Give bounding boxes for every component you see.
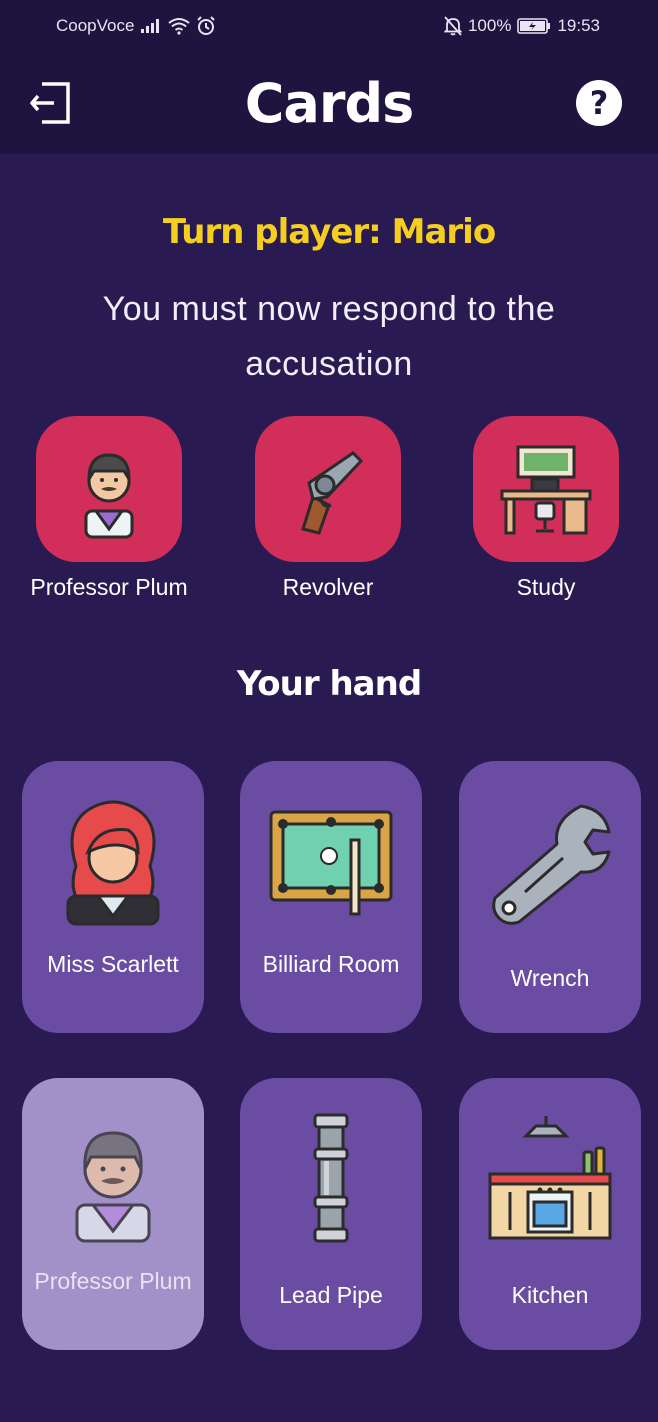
- revolver-icon: [301, 451, 364, 535]
- notifications-off-icon: [443, 16, 462, 36]
- help-button[interactable]: ?: [576, 80, 622, 126]
- billiard-room-icon: [269, 810, 393, 916]
- hand-title: Your hand: [236, 664, 422, 704]
- hand-card-kitchen[interactable]: Kitchen: [459, 1078, 641, 1350]
- hand-card-label: Wrench: [510, 965, 590, 991]
- study-icon: [500, 445, 592, 535]
- page-title: Cards: [244, 71, 414, 135]
- miss-scarlett-icon: [66, 800, 160, 926]
- exit-icon: [30, 82, 70, 124]
- wrench-icon: [492, 804, 611, 925]
- hand-card-label: Lead Pipe: [279, 1282, 383, 1308]
- hand-card-billiard-room[interactable]: Billiard Room: [240, 761, 422, 1033]
- signal-icon: [140, 18, 162, 34]
- wifi-icon: [168, 17, 191, 35]
- battery-percent: 100%: [467, 16, 512, 35]
- accusation-label-weapon: Revolver: [282, 574, 374, 600]
- instruction-text: You must now respond to the accusation: [102, 290, 556, 383]
- app-bar: Cards ?: [0, 52, 658, 154]
- status-bar: CoopVoce 100% 19:53: [0, 0, 658, 52]
- hand-card-label: Miss Scarlett: [47, 951, 179, 977]
- carrier-name: CoopVoce: [56, 16, 135, 35]
- hand-card-label: Billiard Room: [262, 951, 400, 977]
- accusation-label-room: Study: [516, 574, 576, 600]
- help-icon: ?: [589, 84, 609, 122]
- hand-card-wrench[interactable]: Wrench: [459, 761, 641, 1033]
- accusation-card-weapon[interactable]: [255, 416, 401, 562]
- clock-time: 19:53: [557, 16, 600, 35]
- accusation-card-suspect[interactable]: [36, 416, 182, 562]
- hand-card-label: Professor Plum: [34, 1268, 192, 1294]
- exit-button[interactable]: [30, 80, 72, 126]
- battery-icon: [517, 17, 551, 35]
- accusation-label-suspect: Professor Plum: [30, 574, 188, 600]
- hand-card-miss-scarlett[interactable]: Miss Scarlett: [22, 761, 204, 1033]
- hand-card-lead-pipe[interactable]: Lead Pipe: [240, 1078, 422, 1350]
- kitchen-icon: [488, 1116, 612, 1240]
- professor-plum-icon: [75, 1131, 151, 1243]
- turn-player-label: Turn player: Mario: [162, 212, 496, 252]
- accusation-cards: Professor Plum Revolver Study: [0, 416, 658, 616]
- lead-pipe-icon: [313, 1113, 349, 1243]
- accusation-card-room[interactable]: [473, 416, 619, 562]
- professor-plum-icon: [84, 453, 134, 539]
- alarm-icon: [196, 16, 216, 36]
- hand-card-label: Kitchen: [511, 1282, 589, 1308]
- hand-card-professor-plum[interactable]: Professor Plum: [22, 1078, 204, 1350]
